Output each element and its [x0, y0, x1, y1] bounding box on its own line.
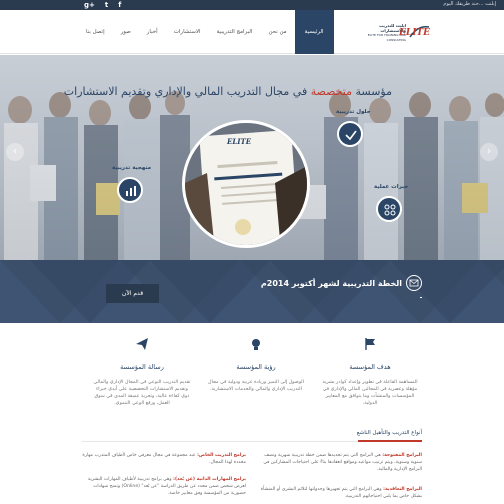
program-name: البرامج المفتوحة:: [382, 453, 422, 458]
training-plan-band: الخطة التدريبية لشهر أكتوبر 2014م قدم ال…: [0, 260, 504, 323]
calendar-icon: [406, 275, 422, 291]
column-vision: رؤية المؤسسة الوصول إلى التميز وريادة عر…: [204, 336, 308, 393]
feature-expertise-label: خبرات عملية: [374, 184, 409, 190]
hero-title: مؤسسة متخصصة في مجال التدريب المالي والإ…: [64, 85, 392, 98]
feature-expertise[interactable]: [376, 196, 402, 222]
checkmark-icon: [345, 130, 357, 141]
hero-title-end: في مجال التدريب المالي والإداري وتقديم ا…: [63, 85, 311, 98]
programs-section-title: أنواع التدريب والتأهيل الناشع: [356, 430, 422, 436]
band-pattern: [0, 260, 504, 323]
site-logo[interactable]: ايليت للتدريب والاستشارات ELITE FOR TRAI…: [354, 22, 430, 44]
program-name: برامج المهارات الذاتية (عن بُعد):: [173, 477, 246, 482]
band-separator: [420, 297, 422, 298]
hero-title-start: مؤسسة: [352, 85, 392, 98]
programs-title-underline: [358, 440, 422, 442]
vision-title: رؤية المؤسسة: [236, 363, 276, 371]
mail-glyph: [409, 279, 419, 287]
certificate-image: ELITE: [182, 120, 310, 248]
mission-text: تقديم التدريب النوعي في المجال الإداري و…: [93, 380, 191, 406]
nav-item-consulting[interactable]: الاستشارات: [166, 10, 209, 54]
flag-icon: [365, 338, 375, 350]
vision-text: الوصول إلى التميز وريادة عربية ودولية في…: [208, 380, 304, 392]
chart-icon: [126, 186, 136, 196]
program-name: برامج التدريب الخاص:: [197, 453, 246, 458]
nav-item-news[interactable]: أخبار: [139, 10, 166, 54]
paper-plane-icon: [136, 338, 148, 350]
column-mission: رسالة المؤسسة تقديم التدريب النوعي في ال…: [90, 336, 194, 407]
nav-item-photos[interactable]: صور: [113, 10, 139, 54]
network-icon: [384, 204, 396, 216]
hero-slider: مؤسسة متخصصة في مجال التدريب المالي والإ…: [0, 55, 504, 260]
nav-label: البرامج التدريبية: [216, 29, 253, 35]
logo-word: ELITE: [399, 28, 430, 38]
nav-label: من نحن: [268, 29, 287, 35]
google-plus-icon[interactable]: g+: [84, 0, 95, 10]
logo-mark: ELITE: [399, 23, 430, 43]
tagline: إبلنت ...حند طريقك اليوم: [443, 1, 496, 7]
nav-label: أخبار: [146, 29, 158, 35]
nav-item-home[interactable]: الرئيسية: [294, 10, 334, 54]
program-open: البرامج المفتوحة: هي البرامج التي يتم تح…: [258, 452, 422, 473]
main-nav: الرئيسية من نحن البرامج التدريبية الاستش…: [78, 10, 334, 54]
feature-methodology[interactable]: [117, 177, 143, 203]
site-header: ايليت للتدريب والاستشارات ELITE FOR TRAI…: [0, 10, 504, 54]
slider-next-button[interactable]: ›: [480, 143, 498, 161]
facebook-icon[interactable]: f: [118, 0, 121, 10]
nav-label: الاستشارات: [173, 29, 201, 35]
lightbulb-icon: [252, 339, 260, 350]
nav-item-programs[interactable]: البرامج التدريبية: [209, 10, 261, 54]
feature-methodology-label: منهجية تدريبية: [112, 165, 152, 171]
nav-label: إتصل بنا: [86, 29, 105, 35]
training-plan-title[interactable]: الخطة التدريبية لشهر أكتوبر 2014م: [261, 279, 402, 288]
program-name: البرامج التعاقدية:: [383, 487, 422, 492]
nav-item-contact[interactable]: إتصل بنا: [78, 10, 113, 54]
program-contract: البرامج التعاقدية: وهي البرامج التي يتم …: [258, 486, 422, 500]
apply-now-button[interactable]: قدم الآن: [106, 284, 159, 303]
social-links: g+ t f: [84, 0, 121, 10]
nav-item-about[interactable]: من نحن: [260, 10, 294, 54]
nav-label: الرئيسية: [304, 29, 324, 35]
top-bar: إبلنت ...حند طريقك اليوم g+ t f: [0, 0, 504, 10]
mission-title: رسالة المؤسسة: [120, 363, 164, 371]
feature-solutions-label: حلول تدريبية: [336, 109, 371, 115]
certificate-logo: ELITE: [227, 137, 252, 146]
slider-prev-button[interactable]: ‹: [6, 143, 24, 161]
twitter-icon[interactable]: t: [105, 0, 108, 10]
nav-label: صور: [120, 29, 131, 35]
feature-solutions[interactable]: [337, 121, 363, 147]
program-online: برامج المهارات الذاتية (عن بُعد): وهي بر…: [82, 476, 246, 497]
goal-title: هدف المؤسسة: [349, 363, 391, 371]
hero-title-highlight: متخصصة: [310, 85, 352, 98]
column-goal: هدف المؤسسة المساهمة الفاعلة في تطوير وإ…: [318, 336, 422, 407]
goal-text: المساهمة الفاعلة في تطوير وإعداد كوادر ب…: [322, 380, 418, 406]
program-special: برامج التدريب الخاص: عبد مجموعة في مجال …: [82, 452, 246, 466]
